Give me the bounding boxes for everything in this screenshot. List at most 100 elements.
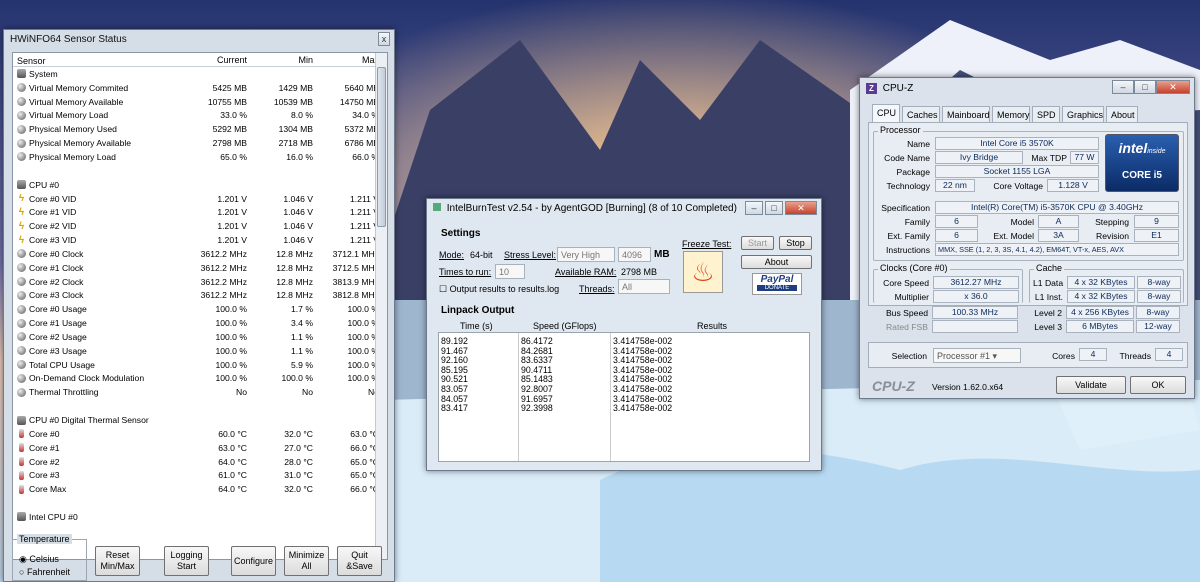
sensor-row[interactable]: Core #0 Usage 100.0 % 1.7 % 100.0 %: [13, 302, 387, 316]
reset-minmax-button[interactable]: Reset Min/Max: [95, 546, 140, 576]
times-to-run-input[interactable]: 10: [495, 264, 525, 279]
sensor-row[interactable]: On-Demand Clock Modulation 100.0 % 100.0 %…: [13, 372, 387, 386]
sensor-row[interactable]: Core #2 Usage 100.0 % 1.1 % 100.0 %: [13, 330, 387, 344]
close-button[interactable]: ✕: [785, 201, 817, 215]
tab-about[interactable]: About: [1106, 106, 1138, 122]
sensor-max-value: 66.0 %: [352, 151, 379, 162]
fire-icon[interactable]: ♨: [683, 251, 723, 293]
sensor-current-value: 3612.2 MHz: [200, 276, 247, 287]
cpuz-titlebar[interactable]: Z CPU-Z – □ ✕: [860, 78, 1194, 100]
minimize-button[interactable]: –: [745, 201, 763, 215]
quit-save-button[interactable]: Quit &Save: [337, 546, 382, 576]
sensor-row[interactable]: Thermal Throttling No No No: [13, 385, 387, 399]
tab-graphics[interactable]: Graphics: [1062, 106, 1104, 122]
sensor-current-value: 64.0 °C: [218, 456, 247, 467]
output-log-checkbox[interactable]: ☐ Output results to results.log: [439, 284, 559, 295]
ok-button[interactable]: OK: [1130, 376, 1186, 394]
fahrenheit-radio[interactable]: ○ Fahrenheit: [19, 567, 70, 577]
celsius-radio[interactable]: ◉ Celsius: [19, 554, 59, 565]
sensor-row[interactable]: Core #3 Clock 3612.2 MHz 12.8 MHz 3812.8 MH…: [13, 289, 387, 303]
ext-model-label: Ext. Model: [993, 231, 1034, 241]
processor-select[interactable]: Processor #1 ▾: [933, 348, 1021, 363]
header-current[interactable]: Current: [183, 55, 247, 66]
tab-memory[interactable]: Memory: [992, 106, 1030, 122]
sensor-current-value: 5425 MB: [212, 82, 247, 93]
cores-value: 4: [1079, 348, 1107, 361]
logging-start-button[interactable]: Logging Start: [164, 546, 209, 576]
close-button[interactable]: ✕: [1156, 80, 1190, 94]
sensor-name-cell: On-Demand Clock Modulation: [13, 373, 183, 383]
sensor-row[interactable]: ϟ Core #2 VID 1.201 V 1.046 V 1.211 V: [13, 219, 387, 233]
selection-label: Selection: [891, 351, 927, 361]
hwinfo-titlebar[interactable]: HWiNFO64 Sensor Status x: [4, 30, 394, 48]
sensor-row[interactable]: Physical Memory Used 5292 MB 1304 MB 5372 M…: [13, 122, 387, 136]
sensor-row[interactable]: Core #2 Clock 3612.2 MHz 12.8 MHz 3813.9 MH…: [13, 275, 387, 289]
sensor-row[interactable]: Core #3 61.0 °C 31.0 °C 65.0 °C: [13, 468, 387, 482]
sensor-icon: [17, 304, 26, 314]
sensor-min-value: 1.046 V: [283, 193, 313, 204]
minimize-button[interactable]: –: [1112, 80, 1134, 94]
paypal-donate-button[interactable]: PayPal DONATE: [752, 273, 802, 295]
sensor-current-value: 100.0 %: [215, 359, 247, 370]
vertical-scrollbar[interactable]: [375, 53, 387, 559]
sensor-row[interactable]: Physical Memory Load 65.0 % 16.0 % 66.0 %: [13, 150, 387, 164]
selection-bar: Selection Processor #1 ▾ Cores 4 Threads…: [868, 342, 1188, 368]
sensor-row[interactable]: Core #2 64.0 °C 28.0 °C 65.0 °C: [13, 455, 387, 469]
tab-caches[interactable]: Caches: [902, 106, 940, 122]
group-icon: [17, 180, 26, 190]
tab-mainboard[interactable]: Mainboard: [942, 106, 990, 122]
sensor-row[interactable]: Virtual Memory Available 10755 MB 10539 MB…: [13, 95, 387, 109]
sensor-row[interactable]: [13, 496, 387, 510]
sensor-row[interactable]: Core #0 60.0 °C 32.0 °C 63.0 °C: [13, 427, 387, 441]
tab-spd[interactable]: SPD: [1032, 106, 1060, 122]
sensor-row[interactable]: Core #1 Usage 100.0 % 3.4 % 100.0 %: [13, 316, 387, 330]
sensor-row[interactable]: CPU #0: [13, 178, 387, 192]
maximize-button[interactable]: □: [765, 201, 783, 215]
sensor-row[interactable]: Virtual Memory Commited 5425 MB 1429 MB 564…: [13, 81, 387, 95]
sensor-row[interactable]: Core #0 Clock 3612.2 MHz 12.8 MHz 3712.1 MH…: [13, 247, 387, 261]
sensor-row[interactable]: Core #1 Clock 3612.2 MHz 12.8 MHz 3712.5 MH…: [13, 261, 387, 275]
header-sensor[interactable]: Sensor: [13, 55, 183, 66]
sensor-row[interactable]: ϟ Core #3 VID 1.201 V 1.046 V 1.211 V: [13, 233, 387, 247]
sensor-row[interactable]: Core Max 64.0 °C 32.0 °C 66.0 °C: [13, 482, 387, 496]
sensor-row[interactable]: Physical Memory Available 2798 MB 2718 MB 6…: [13, 136, 387, 150]
sensor-row[interactable]: Core #1 63.0 °C 27.0 °C 66.0 °C: [13, 441, 387, 455]
sensor-row[interactable]: System: [13, 67, 387, 81]
about-button[interactable]: About: [741, 255, 812, 269]
stop-button[interactable]: Stop: [779, 236, 812, 250]
stress-level-select[interactable]: Very High: [557, 247, 615, 262]
sensor-max-value: 5372 MB: [344, 124, 379, 135]
ibt-titlebar[interactable]: IntelBurnTest v2.54 - by AgentGOD [Burni…: [427, 199, 821, 217]
maximize-button[interactable]: □: [1134, 80, 1156, 94]
results-column-header: Results: [697, 321, 728, 331]
configure-button[interactable]: Configure: [231, 546, 276, 576]
sensor-name-cell: ϟ Core #1 VID: [13, 207, 183, 217]
cpuz-window: Z CPU-Z – □ ✕ CPU Caches Mainboard Memory SP…: [859, 77, 1195, 399]
sensor-row[interactable]: ϟ Core #1 VID 1.201 V 1.046 V 1.211 V: [13, 205, 387, 219]
sensor-row[interactable]: Intel CPU #0: [13, 510, 387, 524]
thermometer-icon: [19, 429, 24, 439]
sensor-max-value: No: [368, 387, 379, 398]
sensor-row[interactable]: [13, 399, 387, 413]
sensor-row[interactable]: Total CPU Usage 100.0 % 5.9 % 100.0 %: [13, 358, 387, 372]
sensor-name-cell: Virtual Memory Available: [13, 97, 183, 107]
sensor-row[interactable]: [13, 164, 387, 178]
tab-cpu[interactable]: CPU: [872, 104, 900, 122]
sensor-row[interactable]: ϟ Core #0 VID 1.201 V 1.046 V 1.211 V: [13, 192, 387, 206]
sensor-row[interactable]: CPU #0 Digital Thermal Sensor: [13, 413, 387, 427]
start-button[interactable]: Start: [741, 236, 774, 250]
validate-button[interactable]: Validate: [1056, 376, 1126, 394]
specification-label: Specification: [881, 203, 930, 213]
mb-input[interactable]: 4096: [618, 247, 651, 262]
sensor-row[interactable]: Virtual Memory Load 33.0 % 8.0 % 34.0 %: [13, 109, 387, 123]
sensor-current-value: 1.201 V: [217, 221, 247, 232]
sensor-row[interactable]: Core #3 Usage 100.0 % 1.1 % 100.0 %: [13, 344, 387, 358]
minimize-all-button[interactable]: Minimize All: [284, 546, 329, 576]
header-min[interactable]: Min: [247, 55, 313, 66]
threads-select[interactable]: All: [618, 279, 670, 294]
scrollbar-thumb[interactable]: [377, 67, 386, 227]
close-button[interactable]: x: [378, 32, 390, 46]
name-value: Intel Core i5 3570K: [935, 137, 1099, 150]
header-max[interactable]: Max: [313, 55, 379, 66]
sensor-rows: System Virtual Memory Commited 5425 MB 1429…: [13, 67, 387, 524]
